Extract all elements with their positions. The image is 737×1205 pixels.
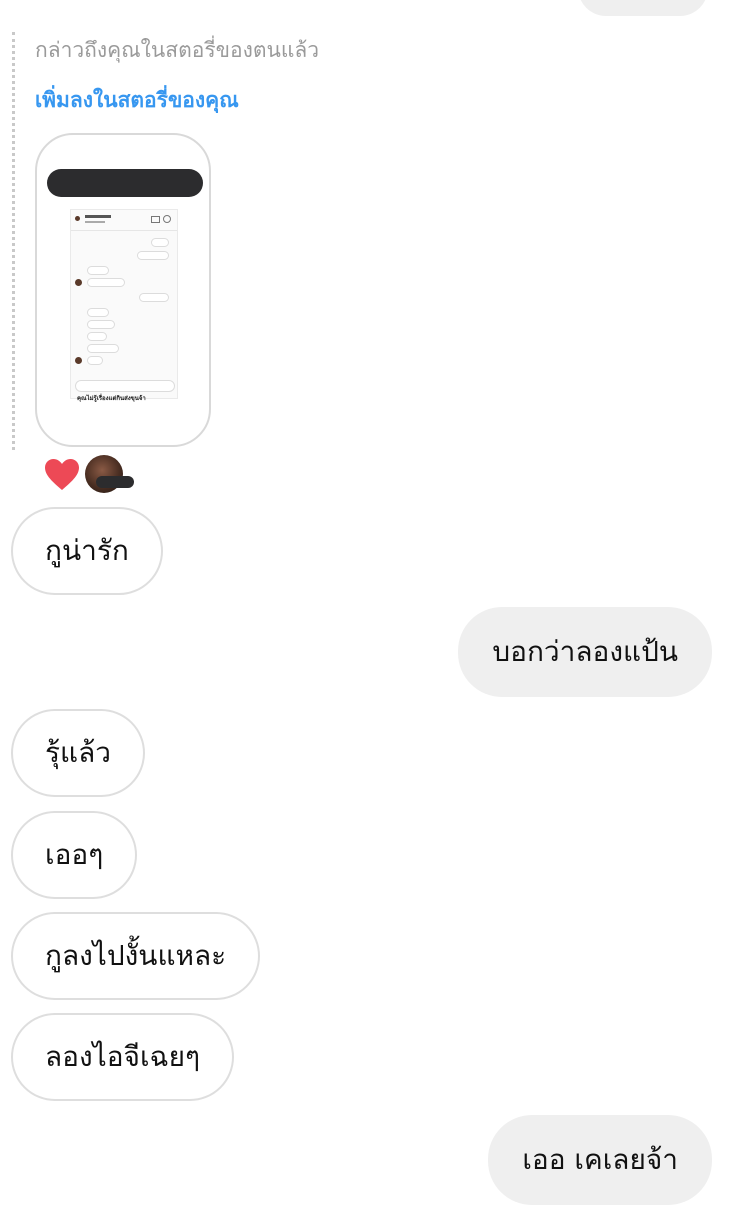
message-text: กูลงไปงั้นแหละ (45, 939, 227, 972)
message-bubble-received[interactable]: เออๆ (11, 811, 138, 899)
heart-icon[interactable] (44, 458, 80, 492)
thumb-bubble (87, 320, 115, 329)
thumb-bubble (87, 332, 107, 341)
thumb-bubble (87, 266, 109, 275)
message-text: เออๆ (45, 838, 104, 871)
thumb-bubble (87, 278, 125, 287)
message-bubble-sent[interactable]: บอกว่าลองแป้น (458, 607, 712, 697)
add-to-your-story-link[interactable]: เพิ่มลงในสตอรี่ของคุณ (35, 84, 239, 117)
thumb-message-input (75, 380, 175, 392)
story-mention-text: กล่าวถึงคุณในสตอรี่ของตนแล้ว (35, 38, 320, 62)
thumb-bubble (87, 308, 109, 317)
message-text: ลองไอจีเฉยๆ (45, 1040, 201, 1073)
story-caption: คุณไม่รู้เรื่องแต่กินส่งขุนจ้า (77, 395, 146, 402)
message-text: กูน่ารัก (45, 534, 129, 567)
message-bubble-sent[interactable]: เออ เคเลยจ้า (488, 1115, 712, 1205)
message-bubble-received[interactable]: กูน่ารัก (11, 507, 163, 595)
story-screenshot-thumbnail (70, 209, 178, 399)
story-redaction-bar (47, 169, 203, 197)
thumb-avatar (75, 357, 82, 364)
message-text: เออ เคเลยจ้า (522, 1143, 678, 1176)
story-preview-card[interactable]: คุณไม่รู้เรื่องแต่กินส่งขุนจ้า (35, 133, 211, 447)
message-bubble-partial (578, 0, 708, 16)
thumb-bubble (87, 356, 103, 365)
thumb-bubble (137, 251, 169, 260)
thumb-bubble (87, 344, 119, 353)
thumb-bubble (151, 238, 169, 247)
thumb-avatar (75, 279, 82, 286)
message-bubble-received[interactable]: รุ้แล้ว (11, 709, 145, 797)
message-bubble-received[interactable]: ลองไอจีเฉยๆ (11, 1013, 235, 1101)
thumb-bubble (139, 293, 169, 302)
story-thumb-header (71, 210, 177, 231)
avatar-redaction-bar (96, 476, 134, 488)
message-text: บอกว่าลองแป้น (492, 635, 678, 668)
story-reply-thread-line (12, 32, 15, 450)
message-bubble-received[interactable]: กูลงไปงั้นแหละ (11, 912, 261, 1000)
message-text: รุ้แล้ว (45, 736, 111, 769)
